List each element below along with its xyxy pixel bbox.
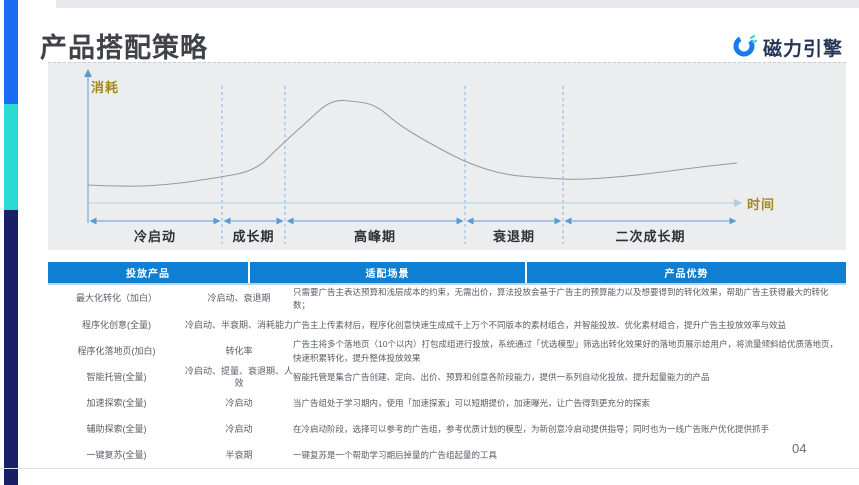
table-row: 智能托管(全量) 冷启动、提量、衰退期、人效 智能托管是集合广告创建、定向、出价、预…	[48, 365, 846, 391]
x-axis-label: 时间	[747, 197, 776, 212]
phase-label: 衰退期	[492, 229, 536, 244]
table-row: 程序化落地页(加白) 转化率 广告主将多个落地页（10个以内）打包成组进行投放，系统…	[48, 338, 846, 364]
consumption-curve	[87, 99, 738, 187]
table-cell-scenario: 冷启动、半衰期、消耗能力	[185, 319, 294, 330]
table-cell-advantage: 广告主上传素材后，程序化创意快速生成成千上万个不同版本的素材组合，并智能投放、优…	[293, 319, 787, 330]
page-number: 04	[792, 441, 807, 456]
table-cell-scenario: 半衰期	[225, 449, 253, 460]
phase-boundary-dashed-lines	[221, 86, 564, 244]
lifecycle-curve-chart	[84, 69, 742, 244]
table-cell-product: 程序化落地页(加白)	[77, 345, 156, 356]
slide-root: 产品搭配策略 磁力引擎 消耗 时间 冷启动 成长期 高峰期 衰退期 二次成长期 …	[0, 0, 859, 485]
table-cell-advantage: 一键复苏是一个帮助学习期后掉量的广告组起量的工具	[293, 450, 498, 461]
product-strategy-table: 投放产品 适配场景 产品优势 最大化转化（加白） 冷启动、衰退期 只需要广告主表达预…	[48, 262, 846, 469]
table-cell-scenario: 冷启动、衰退期	[207, 293, 271, 304]
table-row: 最大化转化（加白） 冷启动、衰退期 只需要广告主表达预算和浅层成本的约束，无需出价，…	[48, 286, 846, 312]
table-cell-product: 程序化创意(全量)	[82, 319, 151, 330]
table-cell-advantage: 广告主将多个落地页（10个以内）打包成组进行投放，系统通过「优选模型」筛选出转化…	[293, 339, 838, 363]
phase-label: 高峰期	[353, 229, 397, 244]
edge-color-bar	[4, 0, 18, 485]
bottom-divider	[0, 468, 859, 469]
table-cell-advantage: 智能托管是集合广告创建、定向、出价、预算和创意各阶段能力，提供一系列自动化投放、…	[293, 372, 710, 383]
phase-label: 成长期	[232, 229, 275, 244]
lifecycle-chart-panel: 消耗 时间 冷启动 成长期 高峰期 衰退期 二次成长期	[48, 62, 846, 250]
table-cell-product: 加速探索(全量)	[86, 397, 147, 408]
table-cell-advantage: 当广告组处于学习期内，使用「加速探索」可以短期提价，加速曝光，让广告得到更充分的…	[293, 398, 651, 409]
page-title: 产品搭配策略	[40, 33, 208, 63]
table-cell-product: 一键复苏(全量)	[86, 449, 147, 460]
top-strip	[56, 0, 859, 8]
table-cell-product: 辅助探索(全量)	[86, 423, 147, 434]
brand-logo: 磁力引擎	[731, 32, 843, 63]
table-body: 最大化转化（加白） 冷启动、衰退期 只需要广告主表达预算和浅层成本的约束，无需出价，…	[48, 286, 846, 469]
table-row: 一键复苏(全量) 半衰期 一键复苏是一个帮助学习期后掉量的广告组起量的工具	[48, 443, 846, 469]
edge-bar-teal-segment	[4, 104, 18, 210]
table-cell-advantage: 在冷启动阶段，选择可以参考的广告组，参考优质计划的模型，为新创意冷启动提供指导；…	[293, 424, 770, 435]
table-header-row: 投放产品 适配场景 产品优势	[48, 262, 846, 283]
table-row: 加速探索(全量) 冷启动 当广告组处于学习期内，使用「加速探索」可以短期提价，加速曝…	[48, 391, 846, 417]
edge-bar-navy-segment	[4, 210, 18, 485]
edge-bar-blue-segment	[4, 0, 18, 104]
table-cell-product: 最大化转化（加白）	[75, 293, 157, 304]
phase-label: 冷启动	[133, 229, 177, 244]
y-axis-label: 消耗	[91, 80, 120, 95]
table-cell-scenario: 冷启动	[225, 397, 253, 408]
table-header-scenario: 适配场景	[250, 262, 525, 283]
table-cell-scenario: 冷启动	[225, 423, 253, 434]
table-cell-scenario: 冷启动、提量、衰退期、人效	[185, 366, 294, 388]
table-row: 程序化创意(全量) 冷启动、半衰期、消耗能力 广告主上传素材后，程序化创意快速生成成…	[48, 312, 846, 338]
phase-label: 二次成长期	[615, 229, 686, 244]
brand-name: 磁力引擎	[762, 39, 843, 60]
table-header-advantage: 产品优势	[527, 262, 846, 283]
brand-logo-icon	[731, 32, 758, 63]
table-cell-product: 智能托管(全量)	[86, 371, 147, 382]
table-cell-advantage: 只需要广告主表达预算和浅层成本的约束，无需出价，算法投放会基于广告主的预算能力以…	[293, 287, 829, 311]
table-row: 辅助探索(全量) 冷启动 在冷启动阶段，选择可以参考的广告组，参考优质计划的模型，为…	[48, 417, 846, 443]
table-cell-scenario: 转化率	[225, 345, 253, 356]
table-header-product: 投放产品	[48, 262, 248, 283]
